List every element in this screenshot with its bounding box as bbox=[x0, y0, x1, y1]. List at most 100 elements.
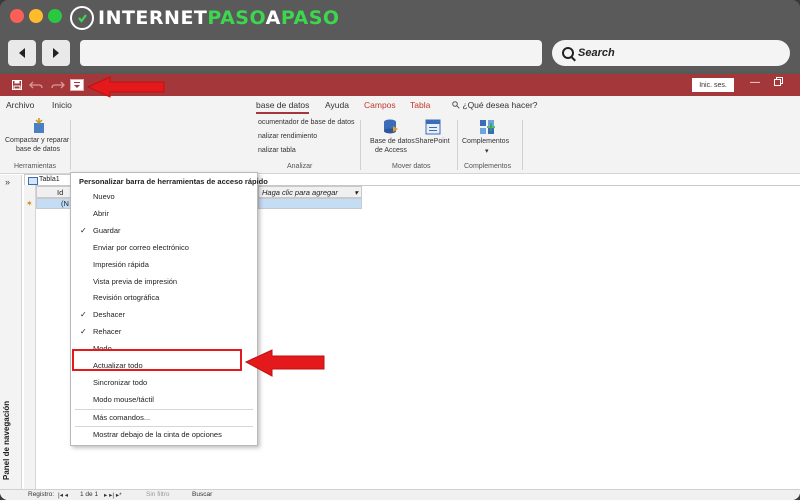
expand-nav-pane-icon[interactable]: » bbox=[5, 177, 10, 187]
menu-item-label: Nuevo bbox=[93, 192, 115, 201]
close-window-button[interactable] bbox=[10, 9, 24, 23]
right-arrow-icon bbox=[53, 48, 59, 58]
add-ins-icon bbox=[478, 118, 496, 136]
minimize-window-button[interactable] bbox=[29, 9, 43, 23]
menu-item-label: Impresión rápida bbox=[93, 260, 149, 269]
tell-me-search[interactable]: ¿Qué desea hacer? bbox=[452, 100, 538, 110]
first-record-button[interactable]: |◂ ◂ bbox=[58, 491, 68, 499]
ribbon-tabs: Archivo Inicio base de datos Ayuda Campo… bbox=[0, 96, 800, 116]
title-bar: INTERNETPASOAPASO bbox=[0, 0, 800, 35]
sharepoint-button[interactable]: SharePoint bbox=[415, 138, 450, 145]
compact-repair-button[interactable]: Compactar y reparar bbox=[5, 137, 69, 144]
menu-item-mas-comandos[interactable]: Más comandos... bbox=[71, 410, 257, 425]
menu-item-vista-previa[interactable]: Vista previa de impresión bbox=[71, 274, 257, 289]
menu-item-label: Revisión ortográfica bbox=[93, 293, 160, 302]
compact-repair-label-line2: base de datos bbox=[16, 146, 60, 153]
record-selector-column bbox=[24, 185, 36, 489]
left-arrow-icon bbox=[19, 48, 25, 58]
access-database-icon bbox=[381, 118, 399, 136]
restore-icon[interactable] bbox=[774, 77, 783, 89]
table-document-tab[interactable]: Tabla1 bbox=[24, 174, 72, 185]
add-column-label: Haga clic para agregar bbox=[262, 188, 338, 197]
documenter-button[interactable]: ocumentador de base de datos bbox=[258, 119, 355, 126]
sign-in-button[interactable]: Inic. ses. bbox=[692, 78, 734, 92]
tab-ayuda[interactable]: Ayuda bbox=[325, 100, 349, 110]
menu-item-abrir[interactable]: Abrir bbox=[71, 206, 257, 221]
menu-item-impresion-rapida[interactable]: Impresión rápida bbox=[71, 257, 257, 272]
browser-toolbar: Search bbox=[0, 35, 800, 72]
menu-item-label: Sincronizar todo bbox=[93, 378, 148, 387]
redo-icon[interactable] bbox=[50, 78, 66, 92]
menu-item-sincronizar-todo[interactable]: Sincronizar todo bbox=[71, 375, 257, 390]
ribbon-separator bbox=[70, 120, 71, 170]
menu-item-mostrar-debajo-cinta[interactable]: Mostrar debajo de la cinta de opciones bbox=[71, 427, 257, 442]
sharepoint-icon bbox=[424, 118, 442, 136]
lightbulb-icon bbox=[452, 101, 460, 109]
filter-status[interactable]: Sin filtro bbox=[146, 491, 169, 498]
tell-me-label: ¿Qué desea hacer? bbox=[462, 100, 538, 110]
check-icon: ✓ bbox=[80, 327, 87, 336]
site-logo: INTERNETPASOAPASO bbox=[70, 5, 340, 31]
search-records-field[interactable]: Buscar bbox=[192, 491, 212, 498]
menu-item-label: Enviar por correo electrónico bbox=[93, 243, 189, 252]
customize-qat-menu: Personalizar barra de herramientas de ac… bbox=[70, 172, 268, 446]
menu-item-enviar-correo[interactable]: Enviar por correo electrónico bbox=[71, 240, 257, 255]
ribbon-separator bbox=[457, 120, 458, 170]
menu-item-modo-mouse-tactil[interactable]: Modo mouse/táctil bbox=[71, 392, 257, 407]
group-mover-datos: Mover datos bbox=[392, 163, 431, 170]
tab-archivo[interactable]: Archivo bbox=[6, 100, 34, 110]
new-row-add-cell[interactable] bbox=[258, 198, 362, 209]
ribbon-separator bbox=[360, 120, 361, 170]
add-ins-button[interactable]: Complementos bbox=[462, 138, 509, 145]
access-window: Inic. ses. — Archivo Inicio base de dato… bbox=[0, 74, 800, 500]
next-record-button[interactable]: ▸ ▸| ▸* bbox=[104, 491, 122, 499]
access-database-button[interactable]: Base de datos bbox=[370, 138, 415, 145]
navigation-pane[interactable]: » Panel de navegación bbox=[0, 175, 22, 489]
group-herramientas: Herramientas bbox=[14, 163, 57, 170]
ribbon-separator bbox=[522, 120, 523, 170]
menu-item-guardar[interactable]: ✓ Guardar bbox=[71, 223, 257, 238]
tab-campos[interactable]: Campos bbox=[364, 100, 396, 110]
forward-button[interactable] bbox=[42, 40, 70, 66]
menu-item-label: Rehacer bbox=[93, 327, 122, 336]
tab-tabla[interactable]: Tabla bbox=[410, 100, 430, 110]
save-icon[interactable] bbox=[10, 78, 24, 92]
status-bar: Registro: |◂ ◂ 1 de 1 ▸ ▸| ▸* Sin filtro… bbox=[0, 489, 800, 500]
chevron-down-icon[interactable]: ▾ bbox=[354, 187, 358, 198]
annotation-arrow-icon bbox=[86, 76, 165, 98]
tab-inicio[interactable]: Inicio bbox=[52, 100, 72, 110]
new-row-id-cell[interactable]: (N bbox=[36, 198, 72, 209]
back-button[interactable] bbox=[8, 40, 36, 66]
menu-item-deshacer[interactable]: ✓ Deshacer bbox=[71, 307, 257, 322]
browser-window: INTERNETPASOAPASO Search Inic. ses. — Ar… bbox=[0, 0, 800, 500]
add-ins-dropdown-arrow[interactable]: ▾ bbox=[485, 147, 489, 155]
customize-qat-dropdown-icon[interactable] bbox=[70, 79, 84, 91]
group-analizar: Analizar bbox=[287, 163, 313, 170]
record-label: Registro: bbox=[28, 491, 55, 498]
minimize-icon[interactable]: — bbox=[750, 77, 760, 88]
new-record-icon: ✶ bbox=[26, 199, 33, 208]
search-icon bbox=[562, 47, 574, 59]
logo-text: INTERNETPASOAPASO bbox=[98, 7, 340, 29]
nav-pane-label: Panel de navegación bbox=[2, 400, 11, 480]
zoom-window-button[interactable] bbox=[48, 9, 62, 23]
menu-item-nuevo[interactable]: Nuevo bbox=[71, 189, 257, 204]
menu-item-rehacer[interactable]: ✓ Rehacer bbox=[71, 324, 257, 339]
column-header-add[interactable]: Haga clic para agregar ▾ bbox=[258, 186, 362, 198]
undo-icon[interactable] bbox=[28, 78, 44, 92]
menu-item-label: Deshacer bbox=[93, 310, 126, 319]
annotation-highlight-box bbox=[72, 349, 242, 371]
group-complementos: Complementos bbox=[464, 163, 512, 170]
search-label: Search bbox=[578, 47, 615, 59]
analyze-table-button[interactable]: nalizar tabla bbox=[258, 147, 296, 154]
record-position-field[interactable]: 1 de 1 bbox=[80, 491, 98, 498]
annotation-arrow-icon bbox=[244, 349, 325, 377]
search-field[interactable]: Search bbox=[552, 40, 790, 66]
menu-item-revision-ortografica[interactable]: Revisión ortográfica bbox=[71, 290, 257, 305]
column-header-id[interactable]: Id bbox=[36, 186, 72, 198]
analyze-performance-button[interactable]: nalizar rendimiento bbox=[258, 133, 317, 140]
menu-title: Personalizar barra de herramientas de ac… bbox=[79, 177, 268, 186]
menu-item-label: Abrir bbox=[93, 209, 109, 218]
tab-herramientas-base-de-datos[interactable]: base de datos bbox=[256, 100, 310, 114]
address-bar[interactable] bbox=[80, 40, 542, 66]
